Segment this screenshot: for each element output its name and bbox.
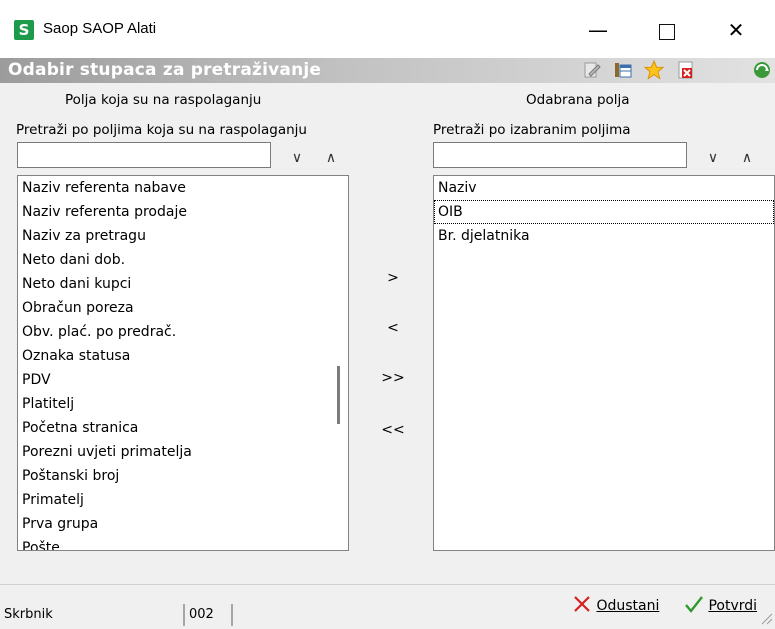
add-all-fields-button[interactable]: >> <box>373 366 413 390</box>
list-item[interactable]: Naziv za pretragu <box>18 224 348 248</box>
list-item[interactable]: Pošte... <box>18 536 348 550</box>
selected-search-up-button[interactable]: ∧ <box>734 145 760 171</box>
list-item[interactable]: Platitelj <box>18 392 348 416</box>
list-item[interactable]: Početna stranica <box>18 416 348 440</box>
remove-field-button[interactable]: < <box>373 316 413 340</box>
list-item[interactable]: Naziv <box>434 176 774 200</box>
list-item[interactable]: PDV <box>18 368 348 392</box>
status-extra <box>232 604 775 626</box>
favorite-star-icon[interactable] <box>644 60 664 80</box>
list-item[interactable]: Obračun poreza <box>18 296 348 320</box>
dialog-header: Odabir stupaca za pretraživanje <box>0 58 775 83</box>
available-fields-heading: Polja koja su na raspolaganju <box>65 92 262 108</box>
scrollbar-thumb[interactable] <box>337 366 340 424</box>
selected-fields-heading: Odabrana polja <box>526 92 630 108</box>
footer-divider <box>0 584 775 585</box>
available-search-input[interactable] <box>17 142 271 168</box>
app-logo-icon: S <box>14 20 34 40</box>
list-item[interactable]: Naziv referenta prodaje <box>18 200 348 224</box>
list-item[interactable]: Oznaka statusa <box>18 344 348 368</box>
list-item[interactable]: Prva grupa <box>18 512 348 536</box>
available-items-container: Naziv referenta nabave Naziv referenta pr… <box>18 176 348 550</box>
list-item[interactable]: Poštanski broj <box>18 464 348 488</box>
status-user: Skrbnik <box>0 604 184 626</box>
dialog-title: Odabir stupaca za pretraživanje <box>8 60 322 80</box>
available-search-up-button[interactable]: ∧ <box>318 145 344 171</box>
list-item[interactable]: Br. djelatnika <box>434 224 774 248</box>
selected-search-down-button[interactable]: ∨ <box>700 145 726 171</box>
selected-search-input[interactable] <box>433 142 687 168</box>
list-item[interactable]: Neto dani kupci <box>18 272 348 296</box>
list-item[interactable]: Naziv referenta nabave <box>18 176 348 200</box>
columns-icon[interactable] <box>613 60 633 80</box>
list-item[interactable]: OIB <box>434 200 774 224</box>
selected-fields-list[interactable]: Naziv OIB Br. djelatnika <box>433 175 775 551</box>
maximize-icon <box>659 23 675 40</box>
list-item[interactable]: Obv. plać. po predrač. <box>18 320 348 344</box>
available-fields-list[interactable]: Naziv referenta nabave Naziv referenta pr… <box>17 175 349 551</box>
add-field-button[interactable]: > <box>373 266 413 290</box>
list-item[interactable]: Porezni uvjeti primatelja <box>18 440 348 464</box>
resize-grip-icon[interactable] <box>760 612 773 625</box>
edit-icon[interactable] <box>582 60 602 80</box>
window-title: Saop SAOP Alati <box>43 20 157 37</box>
window-title-bar: S Saop SAOP Alati — ✕ <box>0 0 775 58</box>
available-search-label: Pretraži po poljima koja su na raspolaga… <box>16 122 307 138</box>
list-item[interactable]: Neto dani dob. <box>18 248 348 272</box>
delete-report-icon[interactable] <box>676 60 696 80</box>
status-code: 002 <box>184 604 232 626</box>
maximize-button[interactable] <box>644 10 690 50</box>
minimize-button[interactable]: — <box>575 10 621 50</box>
remove-all-fields-button[interactable]: << <box>373 418 413 442</box>
close-button[interactable]: ✕ <box>713 10 759 50</box>
list-item[interactable]: Primatelj <box>18 488 348 512</box>
available-search-down-button[interactable]: ∨ <box>284 145 310 171</box>
selected-search-label: Pretraži po izabranim poljima <box>433 122 631 138</box>
refresh-icon[interactable] <box>752 60 772 80</box>
selected-items-container: Naziv OIB Br. djelatnika <box>434 176 774 248</box>
